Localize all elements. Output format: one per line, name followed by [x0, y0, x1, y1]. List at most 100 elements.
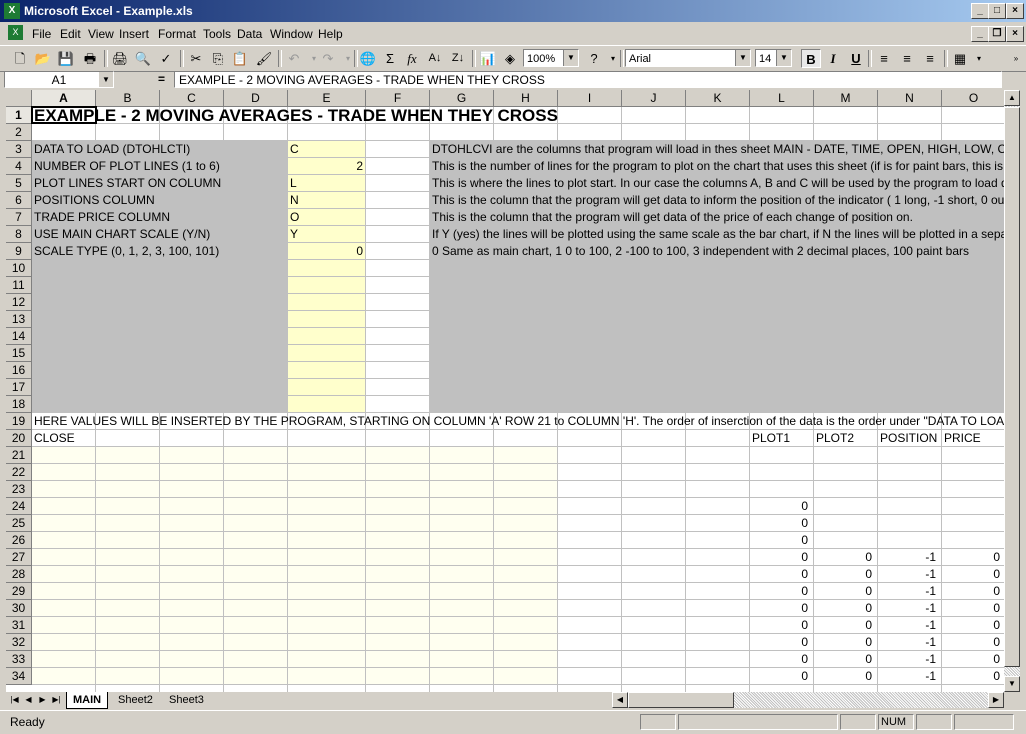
- doc-close-button[interactable]: ×: [1006, 26, 1024, 42]
- table-cell[interactable]: 0: [750, 498, 810, 515]
- horizontal-scrollbar[interactable]: ◀ ▶: [612, 692, 1004, 708]
- column-header-d[interactable]: D: [224, 90, 288, 107]
- column-header-o[interactable]: O: [942, 90, 1004, 107]
- table-cell[interactable]: 0: [942, 583, 1002, 600]
- paste-icon[interactable]: 📋: [230, 49, 250, 68]
- table-cell[interactable]: 0: [942, 651, 1002, 668]
- menu-insert[interactable]: Insert: [119, 27, 149, 41]
- row-header[interactable]: 15: [6, 345, 32, 362]
- tab-sheet2[interactable]: Sheet2: [112, 692, 159, 708]
- param-value[interactable]: Y: [288, 226, 365, 243]
- sort-descending-icon[interactable]: Z↓: [448, 49, 468, 68]
- format-painter-icon[interactable]: 🖌: [254, 49, 274, 68]
- table-cell[interactable]: 0: [750, 617, 810, 634]
- param-value[interactable]: C: [288, 141, 365, 158]
- row-header[interactable]: 21: [6, 447, 32, 464]
- row-header[interactable]: 13: [6, 311, 32, 328]
- row-header[interactable]: 11: [6, 277, 32, 294]
- table-cell[interactable]: -1: [878, 600, 938, 617]
- table-cell[interactable]: -1: [878, 583, 938, 600]
- formula-input[interactable]: EXAMPLE - 2 MOVING AVERAGES - TRADE WHEN…: [174, 71, 1002, 88]
- table-cell[interactable]: -1: [878, 549, 938, 566]
- close-button[interactable]: ×: [1006, 3, 1024, 19]
- scroll-down-icon[interactable]: ▼: [1004, 676, 1020, 692]
- row-header[interactable]: 30: [6, 600, 32, 617]
- tab-main[interactable]: MAIN: [66, 692, 109, 709]
- select-all-corner[interactable]: [6, 90, 32, 107]
- table-cell[interactable]: 0: [750, 583, 810, 600]
- redo-icon[interactable]: ↷: [318, 49, 338, 68]
- menu-window[interactable]: Window: [270, 27, 313, 41]
- table-cell[interactable]: 0: [814, 549, 874, 566]
- row-header[interactable]: 4: [6, 158, 32, 175]
- row-header[interactable]: 26: [6, 532, 32, 549]
- menu-view[interactable]: View: [88, 27, 114, 41]
- equals-sign[interactable]: =: [158, 72, 165, 86]
- row-header[interactable]: 16: [6, 362, 32, 379]
- row-header[interactable]: 19: [6, 413, 32, 430]
- table-cell[interactable]: 0: [750, 634, 810, 651]
- table-cell[interactable]: 0: [814, 600, 874, 617]
- spelling-icon[interactable]: ✓: [156, 49, 176, 68]
- prev-sheet-icon[interactable]: ◀: [22, 693, 35, 707]
- table-cell[interactable]: 0: [942, 634, 1002, 651]
- row-header[interactable]: 33: [6, 651, 32, 668]
- vertical-scroll-thumb[interactable]: [1004, 107, 1020, 667]
- column-header-a[interactable]: A: [32, 90, 96, 107]
- row-header[interactable]: 25: [6, 515, 32, 532]
- table-cell[interactable]: 0: [942, 668, 1002, 685]
- menu-data[interactable]: Data: [237, 27, 262, 41]
- table-cell[interactable]: 0: [750, 566, 810, 583]
- chart-wizard-icon[interactable]: 📊: [478, 49, 498, 68]
- next-sheet-icon[interactable]: ▶: [36, 693, 49, 707]
- borders-icon[interactable]: ▦: [950, 49, 970, 68]
- menu-help[interactable]: Help: [318, 27, 343, 41]
- table-cell[interactable]: 0: [814, 668, 874, 685]
- table-cell[interactable]: -1: [878, 566, 938, 583]
- underline-button[interactable]: U: [846, 49, 866, 68]
- doc-minimize-button[interactable]: _: [971, 26, 989, 42]
- column-header-e[interactable]: E: [288, 90, 366, 107]
- row-header[interactable]: 6: [6, 192, 32, 209]
- row-header[interactable]: 22: [6, 464, 32, 481]
- chevron-down-icon[interactable]: ▼: [776, 50, 791, 66]
- row-header[interactable]: 23: [6, 481, 32, 498]
- row-header[interactable]: 32: [6, 634, 32, 651]
- column-header-k[interactable]: K: [686, 90, 750, 107]
- column-header-l[interactable]: L: [750, 90, 814, 107]
- table-cell[interactable]: 0: [750, 668, 810, 685]
- table-cell[interactable]: 0: [942, 549, 1002, 566]
- column-header-b[interactable]: B: [96, 90, 160, 107]
- chevron-down-icon[interactable]: ▼: [735, 50, 750, 66]
- print-icon[interactable]: 🖨: [110, 49, 130, 68]
- active-cell-border[interactable]: [31, 106, 97, 124]
- row-header[interactable]: 5: [6, 175, 32, 192]
- save-icon[interactable]: 💾: [56, 49, 76, 68]
- copy-icon[interactable]: ⎘: [208, 49, 228, 68]
- font-size-select[interactable]: 14 ▼: [755, 49, 792, 67]
- row-header[interactable]: 7: [6, 209, 32, 226]
- row-header[interactable]: 8: [6, 226, 32, 243]
- sort-ascending-icon[interactable]: A↓: [425, 49, 445, 68]
- table-cell[interactable]: -1: [878, 634, 938, 651]
- undo-icon[interactable]: ↶: [284, 49, 304, 68]
- vertical-scrollbar[interactable]: ▲ ▼: [1004, 90, 1020, 692]
- param-value[interactable]: O: [288, 209, 365, 226]
- row-header[interactable]: 17: [6, 379, 32, 396]
- zoom-select[interactable]: 100% ▼: [523, 49, 579, 67]
- param-value[interactable]: L: [288, 175, 365, 192]
- param-value[interactable]: 2: [288, 158, 365, 175]
- table-cell[interactable]: 0: [750, 532, 810, 549]
- param-value[interactable]: N: [288, 192, 365, 209]
- align-left-icon[interactable]: ≡: [874, 49, 894, 68]
- param-value[interactable]: 0: [288, 243, 365, 260]
- menu-file[interactable]: File: [32, 27, 51, 41]
- menu-format[interactable]: Format: [158, 27, 196, 41]
- last-sheet-icon[interactable]: ▶|: [50, 693, 63, 707]
- row-header[interactable]: 2: [6, 124, 32, 141]
- toolbar-overflow-icon[interactable]: »: [1006, 49, 1026, 68]
- table-cell[interactable]: -1: [878, 651, 938, 668]
- align-right-icon[interactable]: ≡: [920, 49, 940, 68]
- first-sheet-icon[interactable]: |◀: [8, 693, 21, 707]
- print-preview-icon[interactable]: 🔍: [133, 49, 153, 68]
